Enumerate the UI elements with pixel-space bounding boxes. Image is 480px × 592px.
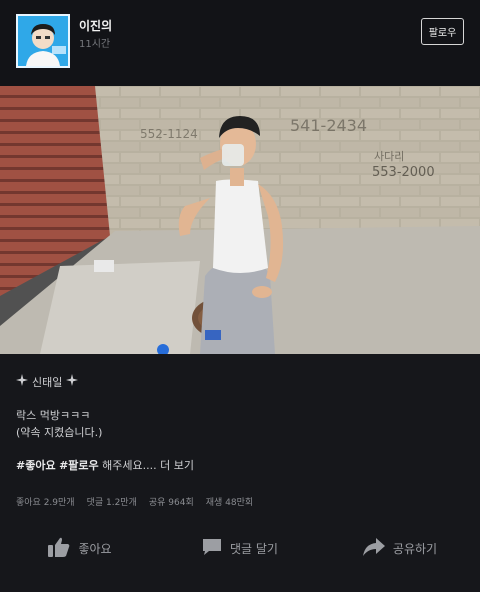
thumbs-up-icon — [48, 537, 70, 560]
comments-count[interactable]: 댓글 1.2만개 — [87, 495, 137, 508]
caption-text: 해주세요.... — [98, 459, 161, 472]
author-name[interactable]: 이진의 — [79, 17, 112, 34]
share-button[interactable]: 공유하기 — [320, 524, 480, 572]
avatar[interactable] — [16, 14, 70, 68]
follow-button[interactable]: 팔로우 — [421, 18, 464, 45]
likes-count[interactable]: 좋아요 2.9만개 — [16, 495, 75, 508]
caption-line: 락스 먹방ㅋㅋㅋ — [16, 409, 91, 422]
caption-line: (약속 지켰습니다.) — [16, 426, 103, 439]
share-arrow-icon — [362, 537, 385, 559]
comment-label: 댓글 달기 — [230, 541, 278, 556]
post-title-text: 신태일 — [32, 376, 63, 389]
video-thumbnail[interactable]: 552-1124 541-2434 사다리 553-2000 — [0, 86, 480, 354]
comment-icon — [202, 538, 222, 559]
shares-count[interactable]: 공유 964회 — [149, 495, 194, 508]
sparkle-icon — [66, 374, 79, 391]
like-label: 좋아요 — [78, 541, 112, 556]
hashtag-link[interactable]: #좋아요 — [16, 459, 56, 472]
action-bar: 좋아요 댓글 달기 공유하기 — [0, 524, 480, 572]
like-button[interactable]: 좋아요 — [0, 524, 160, 572]
caption-tags: #좋아요 #팔로우 해주세요.... 더 보기 — [16, 457, 464, 474]
post-time: 11시간 — [79, 39, 111, 50]
post-caption: 신태일 락스 먹방ㅋㅋㅋ (약속 지켰습니다.) #좋아요 #팔로우 해주세요.… — [16, 374, 464, 474]
views-count: 재생 48만회 — [205, 498, 254, 508]
sparkle-icon — [16, 374, 28, 391]
engagement-stats: 좋아요 2.9만개 댓글 1.2만개 공유 964회 재생 48만회 — [16, 495, 253, 508]
comment-button[interactable]: 댓글 달기 — [160, 524, 320, 572]
hashtag-link[interactable]: #팔로우 — [59, 459, 99, 472]
post-header: 이진의 11시간 팔로우 — [0, 0, 480, 86]
share-label: 공유하기 — [392, 541, 438, 556]
see-more-link[interactable]: 더 보기 — [160, 459, 194, 472]
post-title: 신태일 — [16, 374, 464, 391]
